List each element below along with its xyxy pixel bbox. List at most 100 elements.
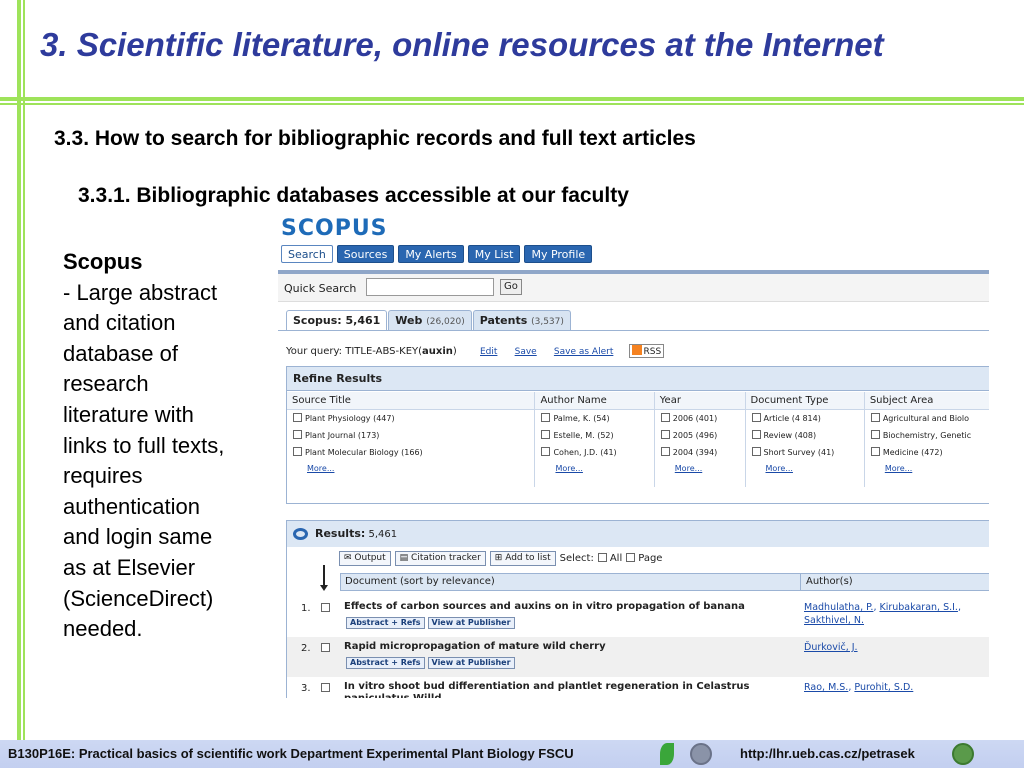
section-heading: 3.3. How to search for bibliographic rec… — [54, 127, 696, 150]
add-to-list-button[interactable]: ⊞ Add to list — [489, 551, 556, 566]
quick-search-input[interactable] — [366, 278, 494, 296]
author-link[interactable]: Sakthivel, N. — [804, 615, 864, 626]
refine-column: Source Title Plant Physiology (447) Plan… — [287, 392, 536, 487]
footer-url[interactable]: http:/lhr.ueb.cas.cz/petrasek — [740, 746, 915, 761]
checkbox — [751, 413, 761, 422]
select-page[interactable]: Page — [626, 553, 662, 564]
tab-scopus[interactable]: Scopus: 5,461 — [286, 310, 388, 331]
abstract-refs-button[interactable]: Abstract + Refs — [346, 617, 425, 629]
refine-option[interactable]: Biochemistry, Genetic — [865, 427, 989, 444]
view-at-publisher-button[interactable]: View at Publisher — [427, 617, 515, 629]
description-line: - Large abstract — [63, 279, 218, 305]
refine-option[interactable]: Plant Physiology (447) — [287, 410, 534, 427]
description-line: (ScienceDirect) — [63, 585, 214, 611]
output-button[interactable]: ✉ Output — [339, 551, 391, 566]
scopus-screenshot: SCOPUS Search Sources My Alerts My List … — [276, 212, 989, 698]
refine-option[interactable]: Cohen, J.D. (41) — [535, 444, 653, 461]
more-link[interactable]: More... — [535, 461, 653, 477]
abstract-refs-button[interactable]: Abstract + Refs — [346, 657, 425, 669]
more-link[interactable]: More... — [865, 461, 989, 477]
decor-hline — [0, 103, 1024, 105]
author-link[interactable]: Ďurkovič, J. — [804, 642, 858, 653]
column-authors[interactable]: Author(s) — [801, 574, 853, 590]
more-link[interactable]: More... — [655, 461, 745, 477]
description-line: links to full texts, — [63, 432, 225, 458]
refine-column: Year 2006 (401) 2005 (496) 2004 (394) Mo… — [654, 392, 746, 487]
refine-option[interactable]: Palme, K. (54) — [535, 410, 653, 427]
refine-option[interactable]: Plant Molecular Biology (166) — [287, 444, 534, 461]
nav-alerts-button[interactable]: My Alerts — [398, 245, 464, 263]
refine-option[interactable]: Article (4 814) — [746, 410, 864, 427]
author-link[interactable]: Kirubakaran, S.I. — [879, 602, 957, 613]
refine-column-header: Subject Area — [864, 392, 989, 410]
rss-button[interactable]: RSS — [628, 344, 665, 358]
query-suffix: ) — [452, 346, 457, 357]
checkbox — [293, 430, 302, 439]
rss-icon — [631, 345, 642, 355]
refine-option[interactable]: Medicine (472) — [865, 444, 989, 461]
author-link[interactable]: Rao, M.S. — [804, 682, 848, 693]
result-authors: Rao, M.S., Purohit, S.D. — [804, 682, 914, 693]
tab-patents[interactable]: Patents (3,537) — [472, 310, 571, 331]
refine-column-header: Document Type — [745, 392, 864, 410]
result-row: 2. Rapid micropropagation of mature wild… — [287, 637, 989, 677]
author-link[interactable]: Madhulatha, P. — [804, 602, 873, 613]
select-label: Select: — [559, 553, 594, 564]
arrow-down-icon — [320, 585, 328, 591]
arrow-shaft — [323, 565, 325, 587]
result-authors: Madhulatha, P., Kirubakaran, S.I., Sakthi… — [804, 602, 961, 626]
checkbox — [870, 413, 880, 422]
save-alert-link[interactable]: Save as Alert — [554, 347, 613, 357]
subsection-heading: 3.3.1. Bibliographic databases accessibl… — [78, 184, 629, 207]
refine-option[interactable]: Estelle, M. (52) — [535, 427, 653, 444]
nav-sources-button[interactable]: Sources — [336, 245, 395, 263]
author-link[interactable]: Purohit, S.D. — [854, 682, 913, 693]
checkbox — [660, 430, 670, 439]
nav-profile-button[interactable]: My Profile — [524, 245, 593, 263]
checkbox — [541, 413, 551, 422]
refine-column: Document Type Article (4 814) Review (40… — [745, 392, 865, 487]
results-toolbar: ✉ Output ▤ Citation tracker ⊞ Add to lis… — [339, 551, 662, 566]
quick-search-label: Quick Search — [284, 282, 357, 295]
go-button[interactable]: Go — [500, 279, 522, 295]
refine-option[interactable]: 2006 (401) — [655, 410, 745, 427]
result-row: 1. Effects of carbon sources and auxins … — [287, 597, 989, 637]
result-title[interactable]: Effects of carbon sources and auxins on … — [344, 601, 794, 613]
results-count: 5,461 — [368, 529, 398, 540]
checkbox — [541, 430, 551, 439]
refine-option[interactable]: Review (408) — [746, 427, 864, 444]
citation-tracker-button[interactable]: ▤ Citation tracker — [394, 551, 486, 566]
refine-column: Author Name Palme, K. (54) Estelle, M. (… — [535, 392, 655, 487]
refine-option[interactable]: Plant Journal (173) — [287, 427, 534, 444]
refine-option[interactable]: 2004 (394) — [655, 444, 745, 461]
row-checkbox[interactable] — [321, 603, 330, 612]
result-title[interactable]: Rapid micropropagation of mature wild ch… — [344, 641, 794, 653]
results-panel: Results: 5,461 ✉ Output ▤ Citation track… — [286, 520, 989, 698]
more-link[interactable]: More... — [287, 461, 534, 477]
checkbox — [293, 413, 302, 422]
scopus-logo: SCOPUS — [281, 216, 388, 241]
view-at-publisher-button[interactable]: View at Publisher — [427, 657, 515, 669]
row-checkbox[interactable] — [321, 643, 330, 652]
refine-option[interactable]: 2005 (496) — [655, 427, 745, 444]
nav-list-button[interactable]: My List — [467, 245, 521, 263]
select-all[interactable]: All — [597, 553, 622, 564]
description-line: and login same — [63, 524, 213, 550]
row-checkbox[interactable] — [321, 683, 330, 692]
refine-column: Subject Area Agricultural and Biolo Bioc… — [864, 392, 989, 487]
result-title[interactable]: In vitro shoot bud differentiation and p… — [344, 681, 794, 698]
nav-search-button[interactable]: Search — [281, 245, 333, 263]
checkbox — [751, 430, 761, 439]
save-link[interactable]: Save — [515, 347, 537, 357]
refine-option[interactable]: Agricultural and Biolo — [865, 410, 989, 427]
leaf-logo-icon — [660, 743, 674, 765]
refine-option[interactable]: Short Survey (41) — [746, 444, 864, 461]
more-link[interactable]: More... — [746, 461, 864, 477]
slide-footer: B130P16E: Practical basics of scientific… — [0, 740, 1024, 768]
tab-web[interactable]: Web (26,020) — [388, 310, 472, 331]
description-text: Scopus - Large abstract and citation dat… — [63, 247, 258, 645]
edit-link[interactable]: Edit — [480, 347, 497, 357]
query-line: Your query: TITLE-ABS-KEY(auxin) Edit Sa… — [286, 344, 665, 358]
row-number: 2. — [301, 643, 311, 654]
column-document[interactable]: Document (sort by relevance) — [341, 574, 801, 590]
